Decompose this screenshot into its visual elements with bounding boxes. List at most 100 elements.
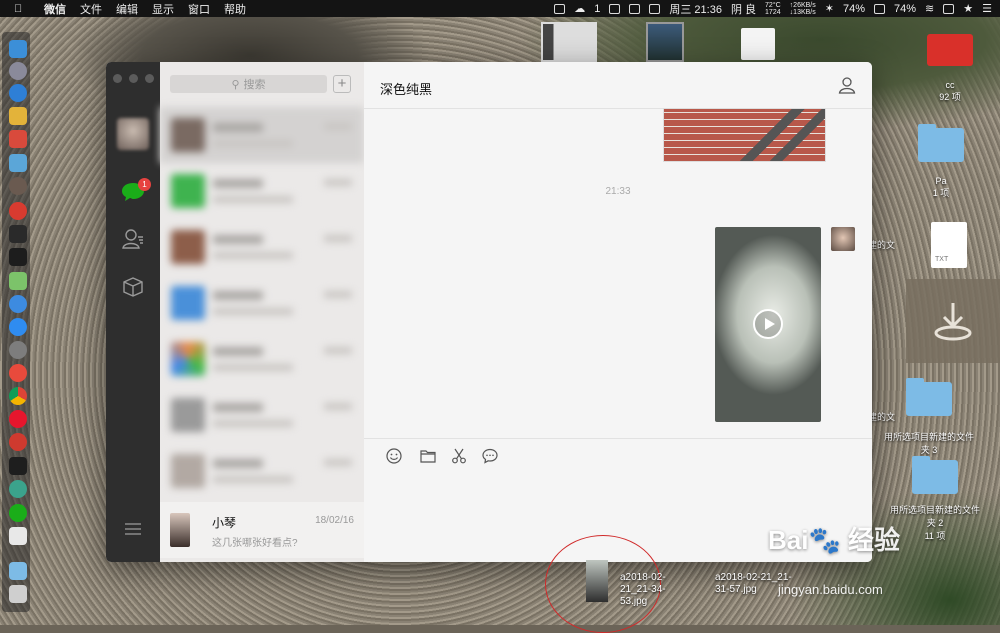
desktop-folder-2[interactable]	[912, 456, 958, 494]
yandex-icon[interactable]	[9, 364, 27, 382]
downloads-folder-icon[interactable]	[9, 562, 27, 580]
desktop-folder-label-partial-2: 建的文	[868, 412, 896, 422]
menu-bar:  微信 文件 编辑 显示 窗口 帮助 ☁ 1 周三 21:36 阴 良 72°…	[0, 0, 1000, 17]
display-icon[interactable]	[609, 3, 621, 14]
menu-window[interactable]: 窗口	[188, 1, 210, 17]
contact-last-message: 这几张哪张好看点?	[212, 538, 298, 549]
chat-list-item-xiaoqin[interactable]: 小琴 18/02/16 这几张哪张好看点?	[160, 502, 364, 558]
menu-help[interactable]: 帮助	[224, 1, 246, 17]
battery-percent-2[interactable]: 74%	[894, 3, 916, 15]
folder-count: 11 项	[924, 531, 946, 541]
window-grid-icon[interactable]	[629, 3, 641, 14]
cmd-app-icon[interactable]	[9, 202, 27, 220]
desktop-folder-2-label: 用所选项目新建的文件夹 2 11 项	[890, 503, 980, 542]
launchpad-icon[interactable]	[9, 62, 27, 80]
weibo-icon[interactable]	[9, 410, 27, 428]
minimize-window-button[interactable]	[129, 74, 138, 83]
terminal-icon[interactable]	[9, 248, 27, 266]
wechat-status-icon[interactable]: ☁	[574, 2, 585, 15]
close-window-button[interactable]	[113, 74, 122, 83]
trash-icon[interactable]	[9, 585, 27, 603]
list-item[interactable]	[160, 275, 364, 331]
menu-list-icon[interactable]: ☰	[982, 2, 992, 15]
vivaldi-icon[interactable]	[9, 433, 27, 451]
app-gray-icon[interactable]	[9, 177, 27, 195]
txt-file-type: TXT	[935, 256, 949, 263]
download-overlay[interactable]	[906, 279, 1000, 363]
preview-icon[interactable]	[9, 107, 27, 125]
desktop-folder-cc-label: cc 92 项	[920, 80, 980, 103]
console-icon[interactable]	[9, 457, 27, 475]
window-thumbnail-1[interactable]	[541, 22, 597, 62]
menu-view[interactable]: 显示	[152, 1, 174, 17]
safari-icon[interactable]	[9, 84, 27, 102]
desktop-folder-pa[interactable]	[918, 124, 964, 162]
chat-info-icon[interactable]	[838, 76, 856, 94]
chat-list: ⚲ 搜索 + 小琴 18/02/16 这几张哪张好看点?	[160, 62, 364, 562]
desktop-folder-3[interactable]	[906, 378, 952, 416]
system-stats[interactable]: 72°C 1724	[765, 2, 781, 16]
folder-name: Pa	[935, 176, 947, 186]
trash-doc-icon[interactable]	[9, 527, 27, 545]
net-up: ↑26KB/s	[789, 1, 816, 9]
network-stats[interactable]: ↑26KB/s ↓13KB/s	[790, 2, 816, 16]
migration-icon[interactable]	[9, 154, 27, 172]
dock	[2, 32, 30, 612]
folder-icon[interactable]	[420, 448, 436, 464]
star-icon[interactable]: ★	[963, 2, 973, 15]
screenshot-scissors-icon[interactable]	[451, 448, 467, 464]
video-message[interactable]	[715, 227, 821, 422]
play-icon[interactable]	[753, 309, 783, 339]
baidu-watermark-url: jingyan.baidu.com	[778, 582, 883, 597]
activity-monitor-icon[interactable]	[9, 225, 27, 243]
menu-file[interactable]: 文件	[80, 1, 102, 17]
window-thumbnail-2[interactable]	[646, 22, 684, 62]
status-icon-a[interactable]	[554, 3, 566, 14]
clock[interactable]: 周三 21:36	[669, 1, 722, 17]
favorites-box-icon[interactable]	[122, 276, 144, 298]
image-message[interactable]	[663, 108, 826, 162]
list-item[interactable]	[160, 107, 364, 163]
battery-percent-1[interactable]: 74%	[843, 3, 865, 15]
split-view-icon[interactable]	[649, 3, 661, 14]
finder-icon[interactable]	[9, 40, 27, 58]
list-item[interactable]	[160, 331, 364, 387]
app-s-icon[interactable]	[943, 3, 955, 14]
wifi-icon[interactable]: ≋	[925, 2, 934, 15]
maps-icon[interactable]	[9, 272, 27, 290]
menu-edit[interactable]: 编辑	[116, 1, 138, 17]
chat-history-icon[interactable]	[482, 448, 498, 464]
zoom-window-button[interactable]	[145, 74, 154, 83]
bluetooth-icon[interactable]: ✶	[825, 2, 834, 15]
list-item[interactable]	[160, 219, 364, 275]
search-input[interactable]: ⚲ 搜索	[170, 75, 327, 93]
desktop-folder-3-label: 用所选项目新建的文件夹 3	[884, 432, 975, 455]
add-chat-button[interactable]: +	[333, 75, 351, 93]
app-red-icon[interactable]	[9, 130, 27, 148]
system-preferences-icon[interactable]	[9, 341, 27, 359]
chat-panel: 深色纯黑 21:33	[364, 62, 872, 562]
dragged-file-name-1[interactable]: a2018-02-21_21-34-53.jpg	[620, 572, 682, 608]
my-avatar[interactable]	[117, 118, 149, 150]
battery-icon[interactable]	[874, 3, 885, 14]
desktop-folder-pa-label: Pa 1 项	[915, 176, 967, 199]
siri-icon[interactable]	[9, 295, 27, 313]
list-item[interactable]	[160, 163, 364, 219]
wechat-dock-icon[interactable]	[9, 504, 27, 522]
hamburger-menu-icon[interactable]	[124, 522, 142, 536]
weather-status[interactable]: 阴 良	[731, 1, 756, 17]
emoji-icon[interactable]	[386, 448, 402, 464]
contacts-icon[interactable]	[122, 228, 144, 250]
sender-avatar[interactable]	[831, 227, 855, 251]
list-item[interactable]	[160, 443, 364, 499]
desktop-folder-cc[interactable]	[927, 34, 973, 66]
app-store-icon[interactable]	[9, 318, 27, 336]
menu-app-name[interactable]: 微信	[44, 1, 66, 17]
document-thumbnail[interactable]	[741, 28, 775, 60]
chrome-icon[interactable]	[9, 387, 27, 405]
sync-icon[interactable]	[9, 480, 27, 498]
list-item[interactable]	[160, 387, 364, 443]
folder-name: cc	[945, 80, 955, 90]
apple-menu-icon[interactable]: 	[14, 3, 28, 15]
wechat-status-count: 1	[594, 2, 601, 15]
